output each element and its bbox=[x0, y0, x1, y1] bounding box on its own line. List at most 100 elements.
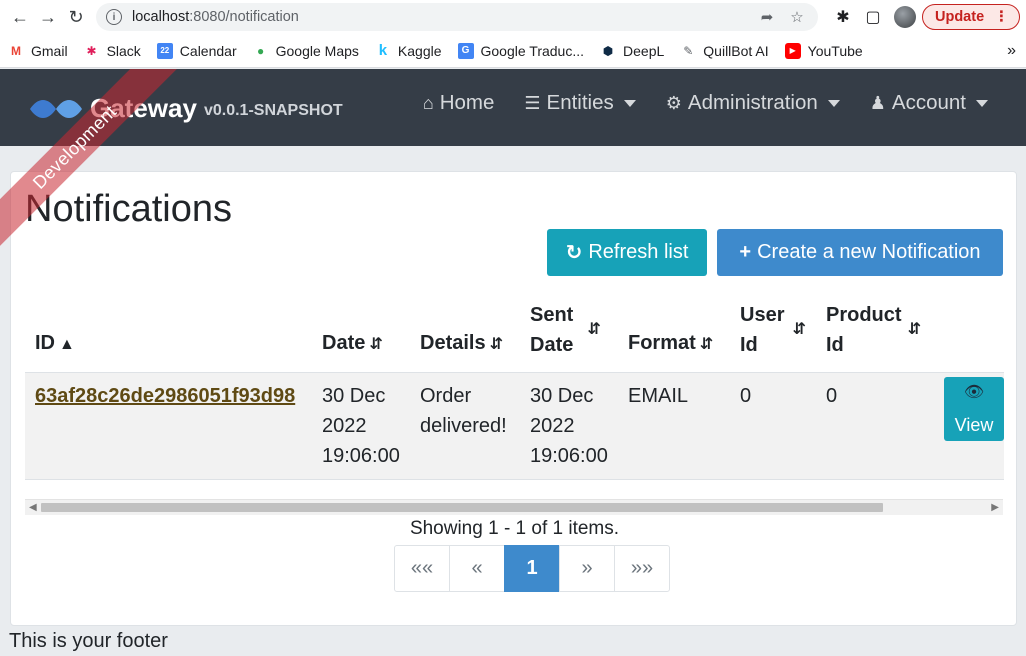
bookmark-label: QuillBot AI bbox=[703, 42, 769, 59]
home-icon: ⌂ bbox=[422, 92, 434, 113]
nav-account[interactable]: ♟ Account bbox=[870, 91, 988, 115]
horizontal-scrollbar[interactable]: ◀ ▶ bbox=[25, 499, 1003, 515]
bookmark-label: DeepL bbox=[623, 42, 665, 59]
bookmark-label: Gmail bbox=[31, 42, 68, 59]
bookmark-quillbot[interactable]: ✎ QuillBot AI bbox=[680, 43, 768, 59]
column-header-id[interactable]: ID ▲ bbox=[25, 292, 312, 373]
users-cog-icon: ⚙ bbox=[665, 92, 682, 113]
side-panel-icon[interactable]: ▢ bbox=[858, 7, 888, 27]
create-notification-label: Create a new Notification bbox=[757, 241, 981, 263]
view-label: View bbox=[954, 415, 994, 435]
nav-administration-label: Administration bbox=[687, 91, 818, 114]
column-header-user-id[interactable]: User Id ⇵ bbox=[730, 292, 816, 373]
column-header-date[interactable]: Date ⇵ bbox=[312, 292, 410, 373]
cell-sent-date: 30 Dec 2022 19:06:00 bbox=[520, 372, 618, 480]
sort-icon: ⇵ bbox=[699, 336, 714, 353]
table-header-row: ID ▲ Date ⇵ Details ⇵ Sent Date ⇵ Format ⇵ Us… bbox=[25, 292, 1004, 373]
quillbot-icon: ✎ bbox=[683, 43, 694, 58]
gateway-logo-icon bbox=[30, 99, 82, 118]
sort-icon: ⇵ bbox=[369, 336, 383, 353]
maps-icon: ● bbox=[257, 43, 265, 58]
page-title: Notifications bbox=[25, 188, 232, 230]
bookmark-label: Slack bbox=[106, 42, 141, 59]
reload-icon[interactable]: ↻ bbox=[62, 3, 90, 31]
nav-administration[interactable]: ⚙ Administration bbox=[666, 91, 840, 115]
create-notification-button[interactable]: + Create a new Notification bbox=[717, 229, 1003, 276]
cell-id: 63af28c26de2986051f93d98 bbox=[25, 372, 312, 480]
deepl-icon: ⬢ bbox=[602, 43, 614, 58]
back-icon[interactable]: ← bbox=[6, 3, 34, 31]
translate-icon: G bbox=[457, 42, 474, 59]
view-button[interactable]: 👁 View bbox=[944, 377, 1004, 441]
update-button[interactable]: Update ⋮ bbox=[922, 4, 1020, 30]
pagination-summary: Showing 1 - 1 of 1 items. bbox=[409, 518, 620, 539]
sort-icon: ⇵ bbox=[489, 336, 503, 353]
plus-icon: + bbox=[739, 241, 752, 263]
app-navbar: Gateway v0.0.1-SNAPSHOT ⌂ Home ☰ Entitie… bbox=[0, 69, 1026, 146]
nav-entities-label: Entities bbox=[546, 91, 614, 114]
scrollbar-thumb[interactable] bbox=[41, 503, 883, 512]
page-last[interactable]: »» bbox=[614, 545, 670, 592]
eye-icon: 👁 bbox=[963, 384, 985, 401]
refresh-list-button[interactable]: ↻ Refresh list bbox=[547, 229, 707, 276]
bookmark-calendar[interactable]: 22 Calendar bbox=[156, 42, 237, 59]
notifications-table: ID ▲ Date ⇵ Details ⇵ Sent Date ⇵ Format ⇵ Us… bbox=[25, 292, 1004, 480]
page-next[interactable]: » bbox=[559, 545, 615, 592]
sort-icon: ⇵ bbox=[587, 321, 601, 338]
bookmark-deepl[interactable]: ⬢ DeepL bbox=[600, 42, 665, 59]
gmail-icon: M bbox=[11, 43, 21, 58]
share-icon[interactable]: ➦ bbox=[756, 8, 778, 26]
column-header-product-id[interactable]: Product Id ⇵ bbox=[816, 292, 934, 373]
brand-link[interactable]: Gateway v0.0.1-SNAPSHOT bbox=[28, 93, 343, 124]
caret-down-icon bbox=[827, 99, 840, 107]
kaggle-icon: k bbox=[378, 42, 388, 59]
notification-id-link[interactable]: 63af28c26de2986051f93d98 bbox=[35, 385, 295, 407]
cell-format: EMAIL bbox=[618, 372, 730, 480]
content-card: Notifications ↻ Refresh list + Create a … bbox=[10, 171, 1017, 626]
sort-icon: ⇵ bbox=[907, 321, 921, 338]
column-header-format[interactable]: Format ⇵ bbox=[618, 292, 730, 373]
cell-actions: 👁 View bbox=[934, 372, 1004, 480]
column-header-details[interactable]: Details ⇵ bbox=[410, 292, 520, 373]
bookmark-google-maps[interactable]: ● Google Maps bbox=[253, 43, 359, 59]
bookmark-youtube[interactable]: ▶ YouTube bbox=[784, 42, 863, 59]
caret-down-icon bbox=[976, 99, 988, 107]
column-header-sent-date[interactable]: Sent Date ⇵ bbox=[520, 292, 618, 373]
scroll-left-icon[interactable]: ◀ bbox=[29, 502, 37, 513]
site-info-icon[interactable]: i bbox=[106, 9, 122, 25]
youtube-icon: ▶ bbox=[784, 42, 801, 59]
more-bookmarks-icon[interactable]: » bbox=[1007, 42, 1016, 60]
menu-dots-icon: ⋮ bbox=[994, 9, 1009, 25]
page-footer: This is your footer bbox=[9, 630, 168, 652]
sort-icon: ⇵ bbox=[792, 321, 806, 338]
bookmark-kaggle[interactable]: k Kaggle bbox=[375, 42, 442, 59]
bookmark-gmail[interactable]: M Gmail bbox=[8, 43, 68, 59]
page-prev[interactable]: « bbox=[449, 545, 505, 592]
address-bar[interactable]: i localhost:8080/notification ➦ ☆ bbox=[96, 3, 818, 31]
forward-icon[interactable]: → bbox=[34, 3, 62, 31]
nav-home[interactable]: ⌂ Home bbox=[423, 91, 495, 115]
url-path: :8080/notification bbox=[189, 9, 299, 25]
cell-date: 30 Dec 2022 19:06:00 bbox=[312, 372, 410, 480]
extensions-icon[interactable]: ✱ bbox=[828, 7, 858, 27]
bookmark-star-icon[interactable]: ☆ bbox=[786, 8, 808, 26]
url-host: localhost bbox=[132, 9, 190, 25]
profile-avatar[interactable] bbox=[894, 6, 916, 28]
caret-down-icon bbox=[623, 99, 636, 107]
page-current[interactable]: 1 bbox=[504, 545, 560, 592]
table-row: 63af28c26de2986051f93d98 30 Dec 2022 19:06… bbox=[25, 372, 1004, 480]
sort-up-icon: ▲ bbox=[59, 336, 75, 353]
brand-title: Gateway bbox=[90, 93, 197, 123]
nav-account-label: Account bbox=[891, 91, 966, 114]
bookmark-slack[interactable]: ✱ Slack bbox=[84, 43, 141, 59]
scroll-right-icon[interactable]: ▶ bbox=[991, 502, 999, 513]
nav-entities[interactable]: ☰ Entities bbox=[524, 91, 636, 115]
refresh-list-label: Refresh list bbox=[588, 241, 689, 263]
update-label: Update bbox=[935, 9, 985, 25]
bookmark-label: Google Maps bbox=[275, 42, 359, 59]
user-icon: ♟ bbox=[869, 92, 886, 113]
page-first[interactable]: «« bbox=[394, 545, 450, 592]
nav-home-label: Home bbox=[439, 91, 495, 114]
bookmark-google-translate[interactable]: G Google Traduc... bbox=[457, 42, 584, 59]
list-icon: ☰ bbox=[524, 92, 541, 113]
